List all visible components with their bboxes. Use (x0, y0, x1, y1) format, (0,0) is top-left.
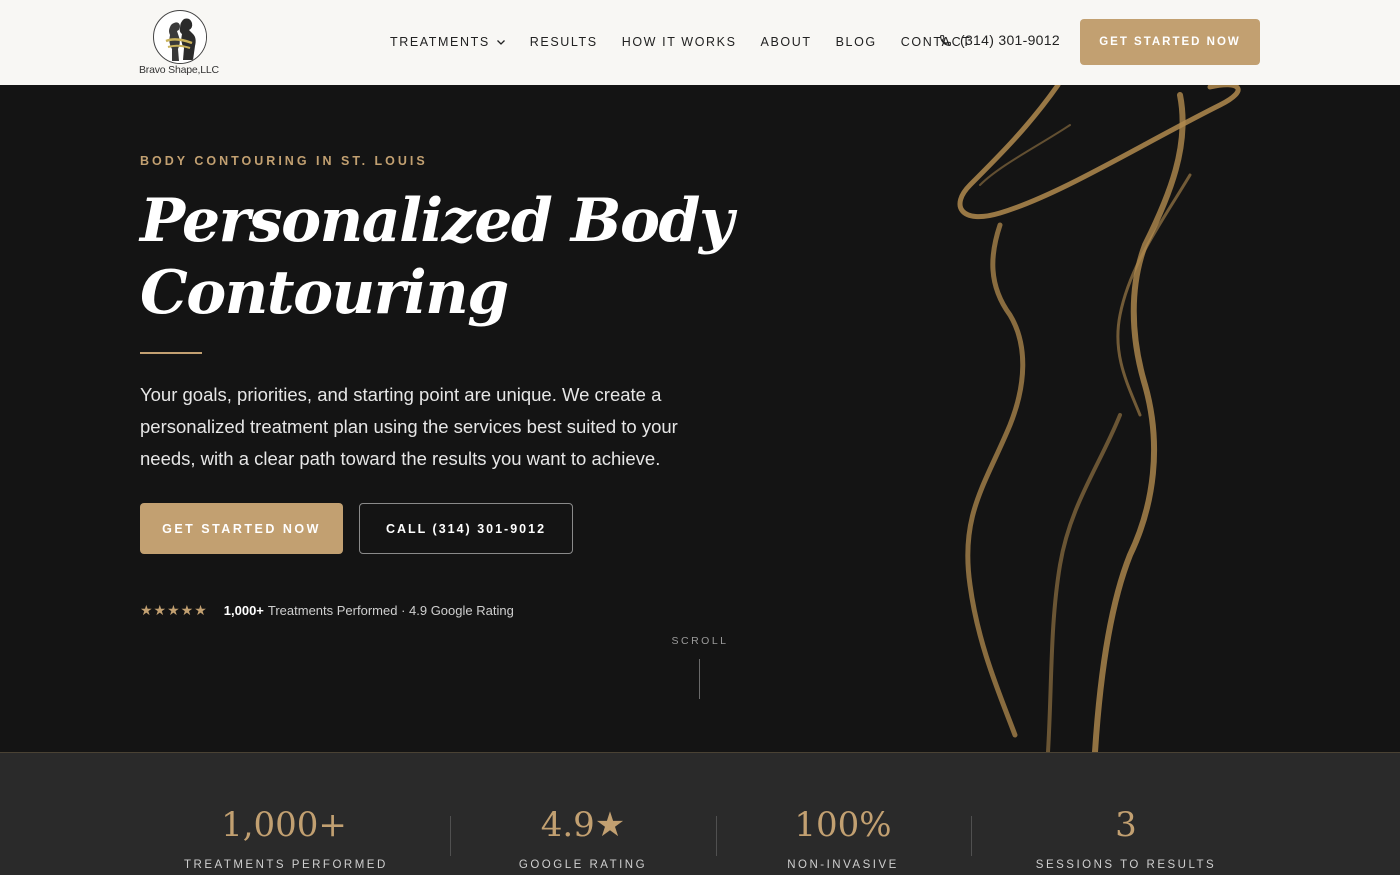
hero-title-line-2: Contouring (140, 258, 509, 328)
phone-icon (940, 34, 951, 46)
hero-title-line-1: Personalized Body (140, 186, 734, 256)
scroll-indicator-label[interactable]: SCROLL (660, 635, 740, 647)
hero-title: Personalized Body Contouring (140, 185, 740, 329)
stats-bar: 1,000+ TREATMENTS PERFORMED 4.9★ GOOGLE … (0, 752, 1400, 875)
nav-item-how-it-works[interactable]: HOW IT WORKS (622, 35, 737, 49)
nav-item-label: TREATMENTS (390, 35, 490, 49)
rating-text: Treatments Performed · 4.9 Google Rating (267, 603, 514, 618)
nav-item-label: ABOUT (760, 35, 812, 49)
five-stars-icon: ★★★★★ (140, 602, 208, 618)
hero-get-started-button[interactable]: GET STARTED NOW (140, 503, 343, 554)
stat-label: NON-INVASIVE (787, 859, 899, 871)
hero-rating: ★★★★★ 1,000+ Treatments Performed · 4.9 … (140, 602, 514, 619)
site-header: Bravo Shape,LLC TREATMENTS RESULTS HOW I… (0, 0, 1400, 85)
logo-figure-icon (153, 10, 207, 64)
nav-item-label: BLOG (835, 35, 877, 49)
stat-label: GOOGLE RATING (518, 859, 648, 871)
scroll-indicator-line (699, 659, 700, 699)
hero-call-button[interactable]: CALL (314) 301-9012 (359, 503, 573, 554)
nav-item-treatments[interactable]: TREATMENTS (390, 35, 506, 49)
phone-number: (314) 301-9012 (960, 32, 1060, 48)
stat-value: 1,000+ (221, 805, 347, 845)
nav-item-label: HOW IT WORKS (621, 35, 737, 49)
nav-item-about[interactable]: ABOUT (761, 35, 812, 49)
hero-eyebrow: BODY CONTOURING IN ST. LOUIS (140, 154, 428, 168)
brand-logo[interactable]: Bravo Shape,LLC (139, 10, 223, 78)
nav-item-blog[interactable]: BLOG (836, 35, 877, 49)
main-nav: TREATMENTS RESULTS HOW IT WORKS ABOUT BL… (390, 33, 995, 51)
stat-divider (716, 816, 717, 856)
rating-count: 1,000+ (223, 603, 264, 618)
stat-label: SESSIONS TO RESULTS (1035, 859, 1217, 871)
chevron-down-icon (496, 40, 505, 45)
stat-non-invasive: 100% NON-INVASIVE (743, 803, 943, 871)
stat-sessions: 3 SESSIONS TO RESULTS (1026, 803, 1226, 871)
stat-label: TREATMENTS PERFORMED (184, 859, 388, 871)
hero-divider (140, 352, 202, 354)
stat-divider (450, 816, 451, 856)
nav-item-results[interactable]: RESULTS (530, 35, 598, 49)
hero-section: BODY CONTOURING IN ST. LOUIS Personalize… (0, 85, 1400, 752)
logo-wordmark: Bravo Shape,LLC (139, 64, 219, 76)
hero-lead-text: Your goals, priorities, and starting poi… (140, 384, 678, 469)
stat-value: 100% (794, 805, 892, 845)
stat-value: 3 (1115, 805, 1137, 845)
stat-treatments: 1,000+ TREATMENTS PERFORMED (184, 803, 388, 871)
body-silhouette-illustration (957, 85, 1241, 752)
header-phone-link[interactable]: (314) 301-9012 (939, 32, 1060, 48)
stat-value: 4.9★ (540, 805, 626, 845)
stat-google-rating: 4.9★ GOOGLE RATING (483, 803, 683, 871)
header-get-started-button[interactable]: GET STARTED NOW (1080, 19, 1260, 65)
nav-item-label: RESULTS (529, 35, 598, 49)
stat-divider (971, 816, 972, 856)
